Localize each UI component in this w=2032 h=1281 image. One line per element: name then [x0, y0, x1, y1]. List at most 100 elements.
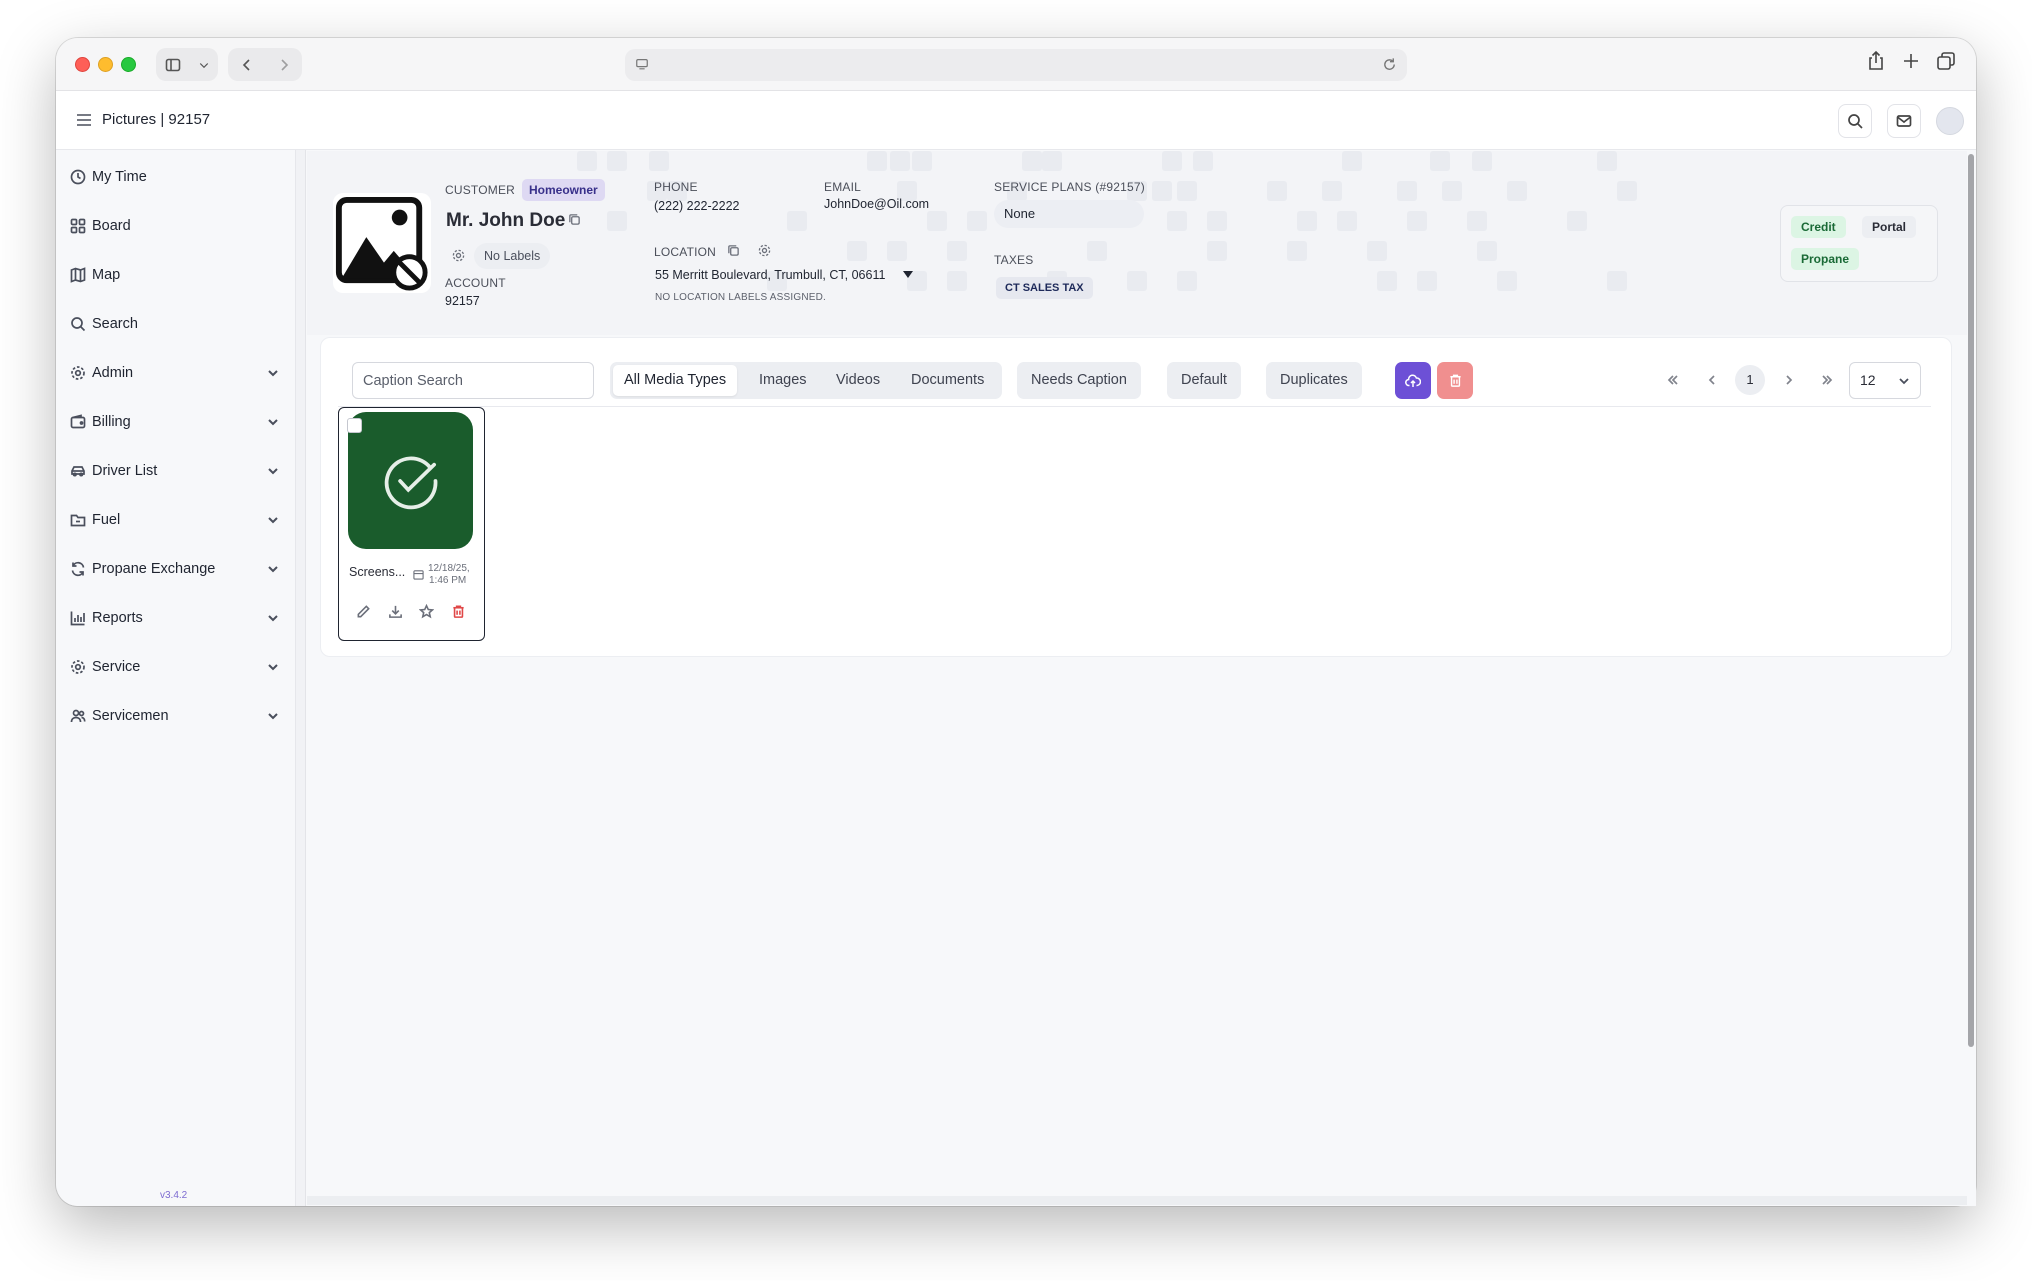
- pattern-square: [867, 151, 887, 171]
- share-icon: [1869, 50, 1883, 70]
- sidebar-toggle-button[interactable]: [156, 48, 218, 81]
- share-button[interactable]: [1865, 50, 1889, 74]
- pattern-square: [1127, 271, 1147, 291]
- pattern-square: [1297, 211, 1317, 231]
- sidebar-item-label: Service: [92, 659, 141, 675]
- new-tab-button[interactable]: [1900, 50, 1924, 74]
- caption-search-input[interactable]: [352, 362, 594, 399]
- chevron-down-icon[interactable]: [266, 709, 280, 723]
- global-search-button[interactable]: [1838, 104, 1872, 138]
- service-plan-value[interactable]: None: [994, 200, 1144, 228]
- sidebar-item-admin[interactable]: Admin: [70, 355, 290, 391]
- tab-videos[interactable]: Videos: [825, 365, 891, 396]
- sidebar: My Time Board Map Search Admin Billing Driver …: [56, 150, 296, 1206]
- pattern-square: [947, 271, 967, 291]
- sidebar-item-reports[interactable]: Reports: [70, 600, 290, 636]
- sidebar-item-service[interactable]: Service: [70, 649, 290, 685]
- sidebar-divider: [296, 150, 306, 1206]
- location-labels-note: NO LOCATION LABELS ASSIGNED.: [655, 292, 827, 303]
- pattern-square: [887, 241, 907, 261]
- current-page[interactable]: 1: [1735, 365, 1765, 395]
- back-icon[interactable]: [239, 57, 255, 73]
- sidebar-item-servicemen[interactable]: Servicemen: [70, 698, 290, 734]
- chevron-right-icon: [1786, 375, 1793, 385]
- prev-page-button[interactable]: [1697, 365, 1727, 395]
- chevron-down-icon[interactable]: [266, 513, 280, 527]
- page-icon: [636, 59, 648, 70]
- sidebar-item-driver-list[interactable]: Driver List: [70, 453, 290, 489]
- sidebar-item-board[interactable]: Board: [70, 208, 290, 244]
- chevrons-left-icon: [1667, 375, 1678, 385]
- pattern-square: [787, 211, 807, 231]
- horizontal-scrollbar[interactable]: [307, 1196, 1967, 1205]
- needs-caption-button[interactable]: Needs Caption: [1017, 362, 1141, 399]
- close-window-button[interactable]: [75, 57, 90, 72]
- edit-media-button[interactable]: [356, 604, 371, 619]
- messages-button[interactable]: [1887, 104, 1921, 138]
- copy-icon[interactable]: [568, 213, 581, 226]
- maximize-window-button[interactable]: [121, 57, 136, 72]
- tab-overview-button[interactable]: [1935, 50, 1959, 74]
- search-icon: [70, 316, 86, 332]
- chevron-down-icon[interactable]: [266, 562, 280, 576]
- chevron-down-icon[interactable]: [266, 366, 280, 380]
- tabs-icon: [1937, 52, 1955, 70]
- forward-icon[interactable]: [276, 57, 292, 73]
- delete-media-button[interactable]: [451, 604, 466, 619]
- pattern-square: [847, 241, 867, 261]
- phone-value[interactable]: (222) 222-2222: [654, 199, 739, 213]
- pattern-square: [1597, 151, 1617, 171]
- pattern-square: [1477, 241, 1497, 261]
- favorite-media-button[interactable]: [418, 603, 435, 619]
- sidebar-item-search[interactable]: Search: [70, 306, 290, 342]
- chevron-down-icon[interactable]: [266, 611, 280, 625]
- media-date: 12/18/25, 1:46 PM: [428, 563, 470, 587]
- trash-icon: [1449, 374, 1461, 387]
- gear-icon: [70, 365, 86, 381]
- user-avatar[interactable]: [1936, 107, 1964, 135]
- email-value[interactable]: JohnDoe@Oil.com: [824, 197, 929, 211]
- bulk-delete-button[interactable]: [1437, 362, 1473, 399]
- settings-icon[interactable]: [452, 249, 465, 262]
- pattern-square: [1367, 241, 1387, 261]
- customer-type-badge: Homeowner: [522, 179, 605, 201]
- media-filename: Screens...: [349, 565, 406, 579]
- pattern-square: [1507, 181, 1527, 201]
- location-settings-icon[interactable]: [758, 244, 771, 257]
- download-media-button[interactable]: [388, 604, 403, 619]
- customer-labels-chip[interactable]: No Labels: [474, 243, 551, 269]
- sidebar-item-billing[interactable]: Billing: [70, 404, 290, 440]
- chevron-down-icon[interactable]: [266, 415, 280, 429]
- media-select-checkbox[interactable]: [347, 418, 362, 433]
- media-thumbnail[interactable]: [348, 412, 473, 549]
- tab-all-media-types[interactable]: All Media Types: [613, 365, 738, 396]
- pattern-square: [1167, 211, 1187, 231]
- minimize-window-button[interactable]: [98, 57, 113, 72]
- page-size-select[interactable]: 12: [1849, 362, 1921, 399]
- address-bar[interactable]: [625, 49, 1407, 81]
- location-address[interactable]: 55 Merritt Boulevard, Trumbull, CT, 0661…: [655, 268, 885, 282]
- sidebar-item-my-time[interactable]: My Time: [70, 159, 290, 195]
- copy-location-icon[interactable]: [727, 244, 740, 257]
- reload-icon[interactable]: [1382, 57, 1397, 72]
- pattern-square: [1467, 211, 1487, 231]
- customer-photo[interactable]: [333, 193, 431, 293]
- sidebar-item-map[interactable]: Map: [70, 257, 290, 293]
- vertical-scrollbar-thumb[interactable]: [1968, 154, 1974, 1047]
- sidebar-item-fuel[interactable]: Fuel: [70, 502, 290, 538]
- sidebar-item-propane-exchange[interactable]: Propane Exchange: [70, 551, 290, 587]
- pattern-square: [1322, 181, 1342, 201]
- caret-down-icon[interactable]: [903, 271, 913, 279]
- tab-images[interactable]: Images: [748, 365, 818, 396]
- tab-documents[interactable]: Documents: [900, 365, 995, 396]
- menu-icon[interactable]: [76, 113, 92, 127]
- last-page-button[interactable]: [1812, 365, 1842, 395]
- chevron-down-icon[interactable]: [266, 660, 280, 674]
- duplicates-button[interactable]: Duplicates: [1266, 362, 1362, 399]
- next-page-button[interactable]: [1774, 365, 1804, 395]
- default-button[interactable]: Default: [1167, 362, 1241, 399]
- first-page-button[interactable]: [1658, 365, 1688, 395]
- upload-button[interactable]: [1395, 362, 1431, 399]
- portal-pill: Portal: [1862, 216, 1917, 238]
- chevron-down-icon[interactable]: [266, 464, 280, 478]
